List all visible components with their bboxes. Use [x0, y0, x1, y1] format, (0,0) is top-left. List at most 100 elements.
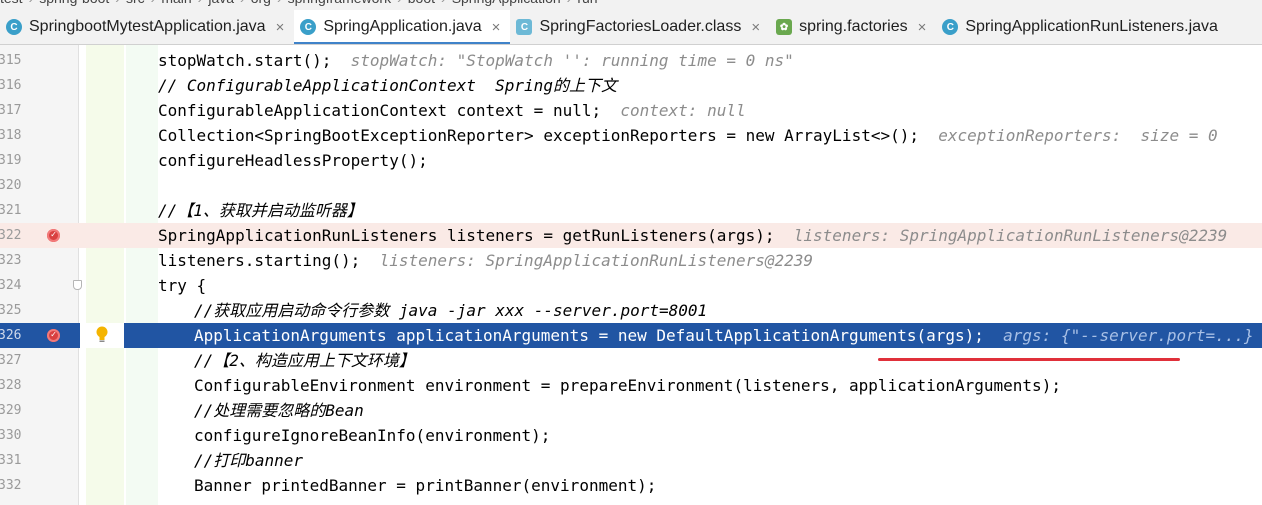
tab-springboot-mytest-application[interactable]: C SpringbootMytestApplication.java × — [0, 10, 294, 44]
comment: //处理需要忽略的Bean — [194, 401, 364, 420]
tab-spring-factories[interactable]: ✿ spring.factories × — [770, 10, 936, 44]
statement: ConfigurableEnvironment environment = pr… — [194, 376, 1061, 395]
statement: try { — [158, 276, 207, 295]
lightbulb-icon[interactable] — [95, 326, 109, 344]
factories-file-icon: ✿ — [776, 19, 793, 35]
inline-debug-value: stopWatch: "StopWatch '': running time =… — [331, 51, 794, 70]
code-line[interactable]: 319 configureHeadlessProperty(); — [0, 148, 1262, 173]
breadcrumb-item[interactable]: run — [577, 0, 603, 6]
breadcrumb-separator: › — [115, 0, 126, 6]
statement: Banner printedBanner = printBanner(envir… — [194, 476, 657, 495]
code-line[interactable]: 329 //处理需要忽略的Bean — [0, 398, 1262, 423]
line-number: 331 — [0, 453, 22, 468]
tab-label: SpringFactoriesLoader.class — [539, 18, 742, 35]
line-number: 330 — [0, 428, 22, 443]
code-line[interactable]: 320 — [0, 173, 1262, 198]
breadcrumb-item[interactable]: test — [0, 0, 29, 6]
code-text: SpringApplicationRunListeners listeners … — [158, 223, 1227, 248]
line-number: 332 — [0, 478, 22, 493]
inline-debug-value: context: null — [601, 101, 746, 120]
annotation-red-underline — [878, 358, 1180, 361]
statement: configureIgnoreBeanInfo(environment); — [194, 426, 551, 445]
statement: configureHeadlessProperty(); — [158, 151, 428, 170]
tab-spring-application-run-listeners[interactable]: C SpringApplicationRunListeners.java — [936, 10, 1228, 44]
code-line-current-execution[interactable]: 326 ✓ ApplicationArguments applicationAr… — [0, 323, 1262, 348]
breadcrumb-separator: › — [567, 0, 578, 6]
close-icon[interactable]: × — [751, 19, 760, 36]
tab-label: SpringbootMytestApplication.java — [29, 18, 266, 35]
breadcrumb-item[interactable]: java — [208, 0, 240, 6]
code-line[interactable]: 321 //【1、获取并启动监听器】 — [0, 198, 1262, 223]
line-number: 318 — [0, 128, 22, 143]
tab-label: SpringApplicationRunListeners.java — [965, 18, 1218, 35]
class-file-icon: C — [516, 19, 533, 35]
comment: //【1、获取并启动监听器】 — [158, 201, 363, 220]
fold-icon[interactable] — [73, 280, 82, 290]
breadcrumb-item[interactable]: spring-boot — [39, 0, 115, 6]
code-line[interactable]: 316 // ConfigurableApplicationContext Sp… — [0, 73, 1262, 98]
breadcrumb-item[interactable]: main — [161, 0, 197, 6]
code-line[interactable]: 317 ConfigurableApplicationContext conte… — [0, 98, 1262, 123]
code-line[interactable]: 330 configureIgnoreBeanInfo(environment)… — [0, 423, 1262, 448]
line-number: 320 — [0, 178, 22, 193]
breadcrumb-separator: › — [198, 0, 209, 6]
code-line[interactable]: 318 Collection<SpringBootExceptionReport… — [0, 123, 1262, 148]
code-line[interactable]: 315 stopWatch.start(); stopWatch: "StopW… — [0, 48, 1262, 73]
line-number: 325 — [0, 303, 22, 318]
code-line[interactable]: 324 try { — [0, 273, 1262, 298]
line-number: 317 — [0, 103, 22, 118]
java-class-icon: C — [300, 19, 317, 35]
breakpoint-icon[interactable]: ✓ — [47, 229, 60, 242]
comment: //获取应用启动命令行参数 java -jar xxx --server.por… — [194, 301, 708, 320]
breadcrumb-separator: › — [277, 0, 288, 6]
code-line[interactable]: 332 Banner printedBanner = printBanner(e… — [0, 473, 1262, 498]
line-number: 323 — [0, 253, 22, 268]
code-line[interactable]: 325 //获取应用启动命令行参数 java -jar xxx --server… — [0, 298, 1262, 323]
close-icon[interactable]: × — [492, 19, 501, 36]
code-line[interactable]: 323 listeners.starting(); listeners: Spr… — [0, 248, 1262, 273]
editor-tab-bar: C SpringbootMytestApplication.java × C S… — [0, 10, 1262, 45]
code-text: Collection<SpringBootExceptionReporter> … — [158, 123, 1218, 148]
statement: Collection<SpringBootExceptionReporter> … — [158, 126, 919, 145]
inline-debug-value: listeners: SpringApplicationRunListeners… — [360, 251, 814, 270]
line-number: 326 — [0, 328, 22, 343]
breadcrumb-item[interactable]: src — [126, 0, 151, 6]
code-editor[interactable]: 315 stopWatch.start(); stopWatch: "StopW… — [0, 45, 1262, 505]
inline-debug-value: args: {"--server.port=...} — [983, 326, 1254, 345]
breadcrumb-item[interactable]: SpringApplication — [452, 0, 567, 6]
tab-spring-application[interactable]: C SpringApplication.java × — [294, 10, 511, 44]
line-number: 322 — [0, 228, 22, 243]
code-line[interactable]: 331 //打印banner — [0, 448, 1262, 473]
breadcrumb-separator: › — [240, 0, 251, 6]
breadcrumb: test›spring-boot›src›main›java›org›sprin… — [0, 0, 1262, 10]
code-text: ApplicationArguments applicationArgument… — [194, 323, 1254, 348]
line-number: 319 — [0, 153, 22, 168]
breadcrumb-separator: › — [441, 0, 452, 6]
line-number: 316 — [0, 78, 22, 93]
line-number: 315 — [0, 53, 22, 68]
line-number: 328 — [0, 378, 22, 393]
breakpoint-icon[interactable]: ✓ — [47, 329, 60, 342]
code-line[interactable]: 328 ConfigurableEnvironment environment … — [0, 373, 1262, 398]
close-icon[interactable]: × — [276, 19, 285, 36]
tab-label: SpringApplication.java — [323, 18, 482, 35]
java-class-icon: C — [6, 19, 22, 35]
code-line-breakpoint[interactable]: 322 ✓ SpringApplicationRunListeners list… — [0, 223, 1262, 248]
breadcrumb-item[interactable]: org — [251, 0, 277, 6]
line-number: 329 — [0, 403, 22, 418]
tab-spring-factories-loader[interactable]: C SpringFactoriesLoader.class × — [510, 10, 770, 44]
java-class-icon: C — [942, 19, 959, 35]
tab-label: spring.factories — [799, 18, 908, 35]
breadcrumb-item[interactable]: springframework — [288, 0, 397, 6]
code-text: listeners.starting(); listeners: SpringA… — [158, 248, 813, 273]
inline-debug-value: exceptionReporters: size = 0 — [919, 126, 1218, 145]
statement: ApplicationArguments applicationArgument… — [194, 326, 984, 345]
statement: listeners.starting(); — [158, 251, 361, 270]
comment: // ConfigurableApplicationContext Spring… — [158, 76, 617, 95]
comment: //【2、构造应用上下文环境】 — [194, 351, 415, 370]
breadcrumb-item[interactable]: boot — [408, 0, 441, 6]
statement: stopWatch.start(); — [158, 51, 332, 70]
breadcrumb-separator: › — [151, 0, 162, 6]
close-icon[interactable]: × — [918, 19, 927, 36]
code-text: stopWatch.start(); stopWatch: "StopWatch… — [158, 48, 794, 73]
